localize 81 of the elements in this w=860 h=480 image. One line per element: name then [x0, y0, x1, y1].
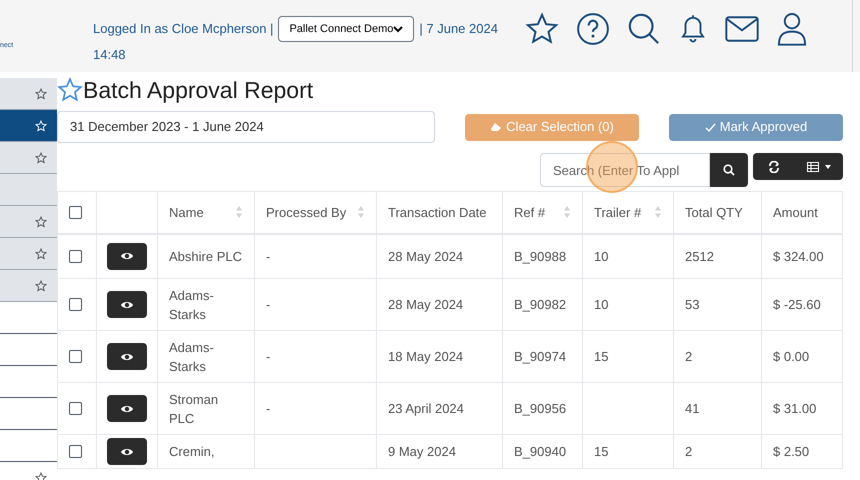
- table-cell: B_90956: [514, 401, 566, 416]
- table-icon: [806, 162, 818, 172]
- table-cell: 15: [594, 444, 608, 459]
- company-select[interactable]: Pallet Connect Demo: [278, 16, 414, 42]
- search-icon[interactable]: [627, 12, 661, 46]
- table-cell: 18 May 2024: [388, 349, 464, 364]
- table-cell: -: [266, 349, 270, 364]
- star-icon[interactable]: [35, 472, 47, 480]
- table-cell: 53: [685, 297, 700, 312]
- time-text: 14:48: [93, 46, 126, 64]
- user-icon[interactable]: [776, 12, 808, 46]
- table-cell: -: [266, 297, 270, 312]
- table-cell: $ -25.60: [773, 297, 821, 312]
- chevron-down-icon: [393, 25, 404, 33]
- table-cell: 28 May 2024: [388, 297, 464, 312]
- row-checkbox[interactable]: [69, 402, 82, 415]
- table-cell: 2512: [685, 248, 714, 264]
- table-cell: Stroman PLC: [169, 392, 218, 426]
- column-header[interactable]: Name: [169, 202, 204, 222]
- table-cell: 9 May 2024: [388, 444, 456, 459]
- table-cell: Adams-Starks: [169, 340, 214, 374]
- page-title: Batch Approval Report: [83, 76, 314, 105]
- table-cell: 10: [594, 297, 608, 312]
- date-range-field[interactable]: 31 December 2023 - 1 June 2024: [57, 111, 435, 143]
- table-cell: B_90988: [514, 248, 566, 264]
- eraser-icon: [490, 122, 502, 132]
- table-cell: Abshire PLC: [169, 248, 242, 264]
- column-header[interactable]: Ref #: [514, 202, 546, 222]
- table-cell: $ 31.00: [773, 401, 816, 416]
- eye-icon: [120, 404, 134, 414]
- table-cell: B_90974: [514, 349, 566, 364]
- table-cell: B_90940: [514, 444, 566, 459]
- logged-in-text: Logged In as Cloe Mcpherson |: [93, 20, 274, 38]
- help-icon[interactable]: [576, 12, 610, 46]
- search-button[interactable]: [710, 153, 748, 187]
- caret-icon: [824, 164, 830, 168]
- table-cell: 10: [594, 248, 608, 264]
- table-cell: 41: [685, 401, 700, 416]
- table-cell: B_90982: [514, 297, 566, 312]
- sidebar-item[interactable]: [0, 110, 57, 142]
- star-icon[interactable]: [35, 280, 47, 292]
- table-cell: -: [266, 401, 270, 416]
- view-button[interactable]: [107, 242, 147, 270]
- star-icon[interactable]: [35, 152, 47, 164]
- row-checkbox[interactable]: [69, 350, 82, 363]
- view-button[interactable]: [107, 343, 147, 370]
- eye-icon: [120, 352, 134, 362]
- table-cell: 15: [594, 349, 608, 364]
- star-icon[interactable]: [57, 77, 83, 103]
- table-cell: 2: [685, 444, 692, 459]
- star-icon[interactable]: [35, 248, 47, 260]
- eye-icon: [120, 251, 134, 262]
- mail-icon[interactable]: [725, 15, 759, 43]
- table-cell: $ 0.00: [773, 349, 810, 364]
- table-cell: $ 2.50: [773, 444, 810, 459]
- check-icon: [704, 122, 716, 132]
- table-cell: Cremin,: [169, 444, 215, 459]
- table-cell: Adams-Starks: [169, 288, 214, 322]
- table-cell: 23 April 2024: [388, 401, 464, 416]
- column-header: Amount: [773, 204, 818, 222]
- star-icon[interactable]: [35, 88, 47, 100]
- column-header: Total QTY: [685, 204, 743, 222]
- eye-icon: [120, 300, 134, 310]
- view-button[interactable]: [107, 395, 147, 422]
- eye-icon: [120, 446, 134, 456]
- view-button[interactable]: [107, 291, 147, 318]
- refresh-icon: [768, 160, 780, 172]
- search-icon: [723, 164, 735, 176]
- table-cell: 2: [685, 349, 692, 364]
- star-icon[interactable]: [525, 12, 559, 46]
- date-text: | 7 June 2024: [419, 20, 498, 38]
- select-all-checkbox[interactable]: [69, 206, 82, 219]
- row-checkbox[interactable]: [69, 298, 82, 311]
- star-icon[interactable]: [35, 216, 47, 228]
- view-button[interactable]: [107, 438, 147, 465]
- row-checkbox[interactable]: [69, 250, 82, 263]
- table-cell: $ 324.00: [773, 248, 824, 264]
- row-checkbox[interactable]: [69, 445, 82, 458]
- table-cell: -: [266, 248, 270, 264]
- column-header: Transaction Date: [388, 204, 487, 222]
- table-cell: 28 May 2024: [388, 248, 464, 264]
